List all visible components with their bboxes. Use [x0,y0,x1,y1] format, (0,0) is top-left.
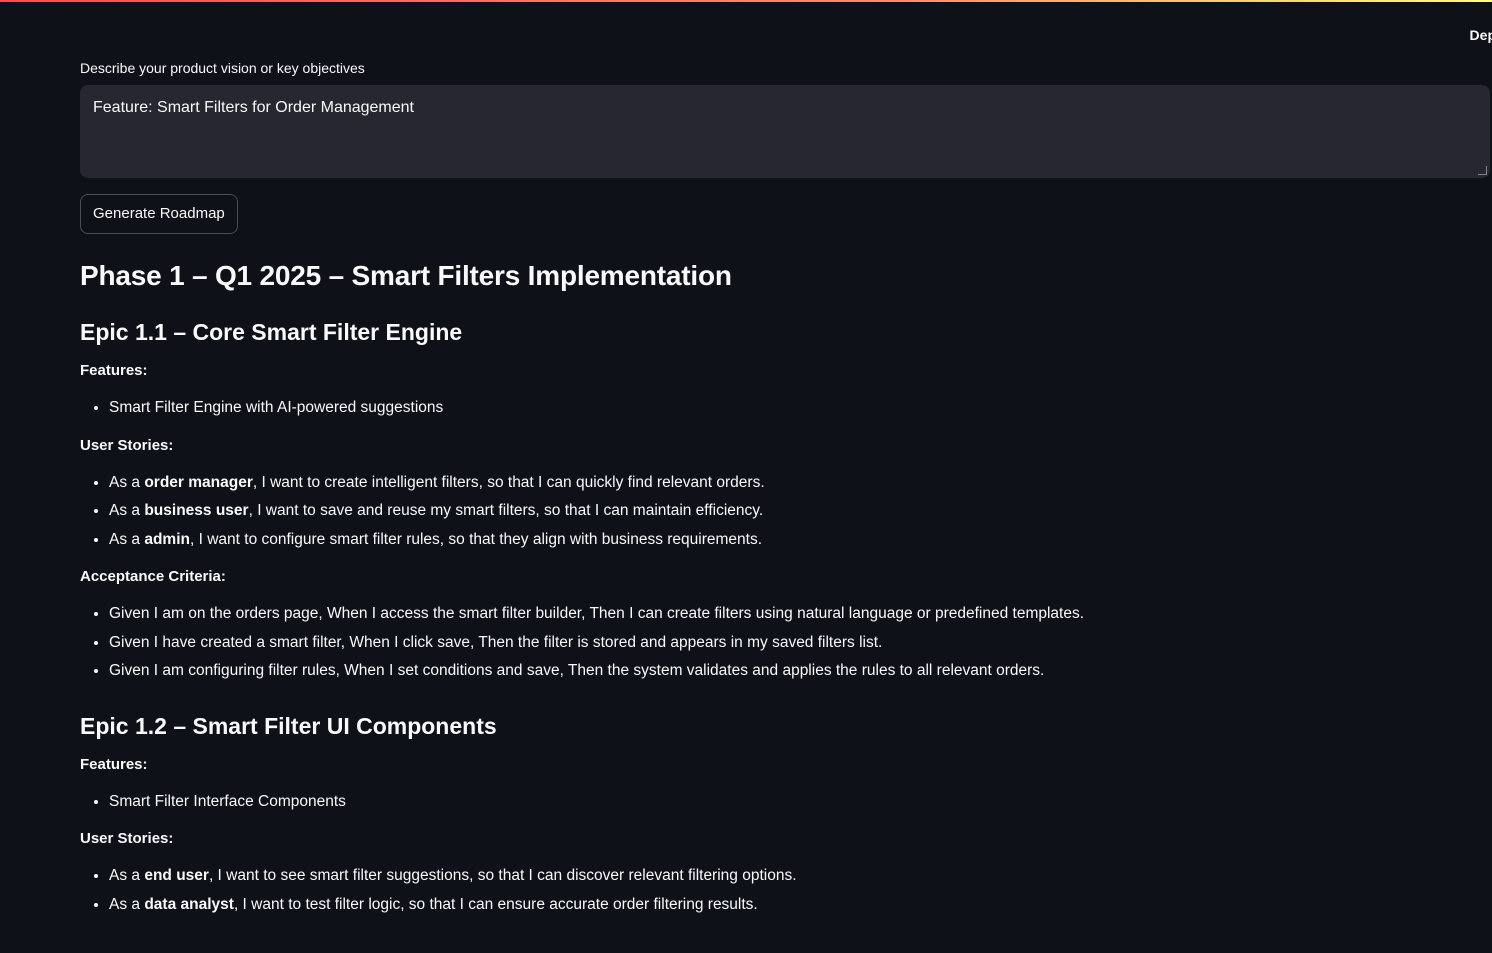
top-decoration-bar [0,0,1492,2]
user-stories-list: As a order manager, I want to create int… [80,469,1490,555]
phase-title: Phase 1 – Q1 2025 – Smart Filters Implem… [80,260,732,291]
story-prefix: As a [109,895,145,913]
list-item: As a admin, I want to configure smart fi… [109,526,1490,555]
list-item: As a data analyst, I want to test filter… [109,891,1490,920]
story-text: , I want to create intelligent filters, … [252,473,765,491]
acceptance-criteria-list: Given I am on the orders page, When I ac… [80,600,1490,686]
epic-title: Epic 1.1 – Core Smart Filter Engine [80,319,463,345]
list-item: Given I am on the orders page, When I ac… [109,600,1490,629]
list-item: Smart Filter Engine with AI-powered sugg… [109,394,1490,423]
story-text: , I want to test filter logic, so that I… [233,895,758,913]
story-role: data analyst [144,895,234,913]
story-role: admin [144,530,190,548]
main-content: Describe your product vision or key obje… [80,58,1490,931]
story-prefix: As a [109,473,145,491]
vision-textarea-container [80,85,1490,178]
list-item: Given I am configuring filter rules, Whe… [109,657,1490,686]
list-item: As a end user, I want to see smart filte… [109,862,1490,891]
features-list: Smart Filter Engine with AI-powered sugg… [80,394,1490,423]
epic-title: Epic 1.2 – Smart Filter UI Components [80,712,497,739]
roadmap-output: Phase 1 – Q1 2025 – Smart Filters Implem… [80,256,1490,919]
resize-handle-icon[interactable] [1478,166,1487,175]
list-item: Given I have created a smart filter, Whe… [109,629,1490,658]
story-role: end user [144,867,209,884]
epic-1-2: Epic 1.2 – Smart Filter UI Components Fe… [80,710,1490,920]
user-stories-label: User Stories: [80,436,174,454]
acceptance-criteria-label: Acceptance Criteria: [80,568,226,585]
list-item: As a order manager, I want to create int… [109,469,1490,498]
deploy-button[interactable]: Dep [1470,27,1492,43]
story-prefix: As a [109,530,145,548]
features-label: Features: [80,362,148,379]
story-text: , I want to see smart filter suggestions… [208,867,797,884]
generate-roadmap-button[interactable]: Generate Roadmap [80,194,238,234]
features-list: Smart Filter Interface Components [80,788,1490,817]
user-stories-list: As a end user, I want to see smart filte… [80,862,1490,919]
story-text: , I want to configure smart filter rules… [189,530,763,548]
features-label: Features: [80,755,148,773]
vision-input-label: Describe your product vision or key obje… [80,60,365,76]
story-role: business user [144,502,249,519]
list-item: Smart Filter Interface Components [109,788,1490,817]
story-prefix: As a [109,867,145,884]
story-role: order manager [144,473,253,491]
vision-textarea[interactable] [80,85,1490,178]
story-text: , I want to save and reuse my smart filt… [248,502,764,519]
story-prefix: As a [109,502,145,519]
user-stories-label: User Stories: [80,830,174,847]
list-item: As a business user, I want to save and r… [109,497,1490,526]
epic-1-1: Epic 1.1 – Core Smart Filter Engine Feat… [80,316,1490,686]
